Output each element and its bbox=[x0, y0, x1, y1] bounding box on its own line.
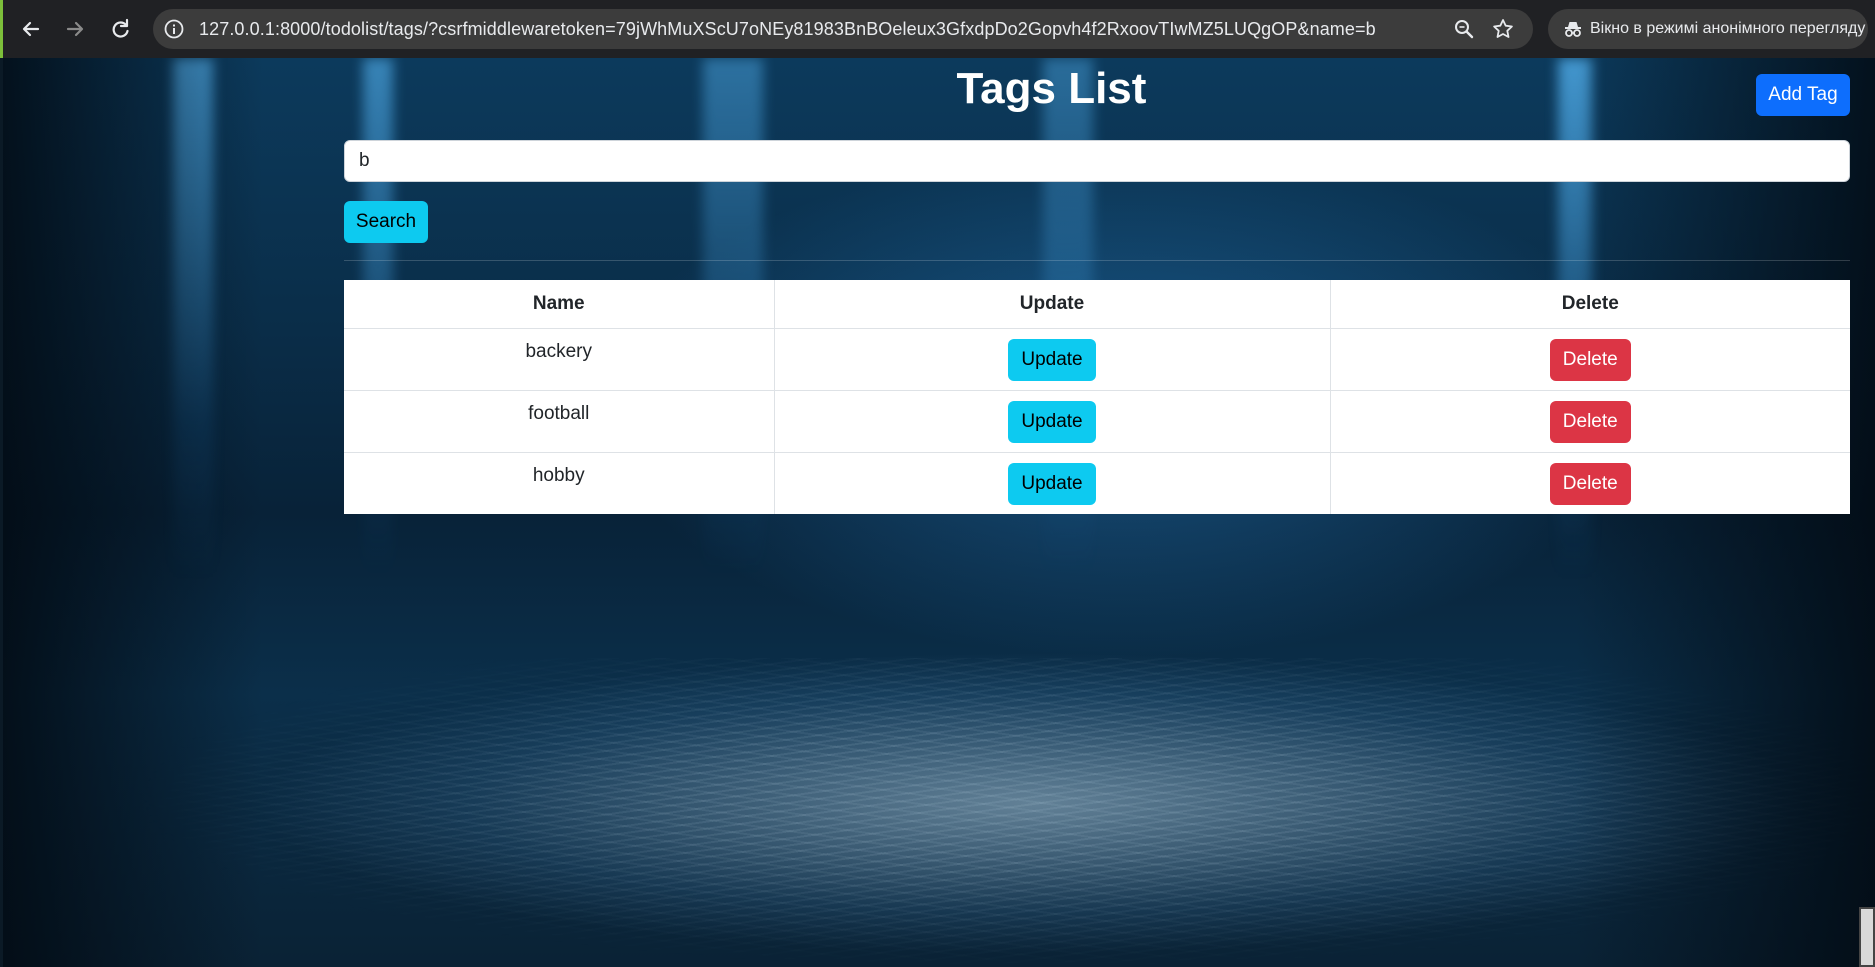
update-button[interactable]: Update bbox=[1008, 338, 1096, 381]
column-header-update: Update bbox=[774, 280, 1331, 329]
forward-arrow-icon[interactable] bbox=[60, 14, 90, 44]
incognito-icon bbox=[1562, 18, 1584, 40]
table-row: backery Update Delete bbox=[344, 328, 1850, 391]
scrollbar-handle[interactable] bbox=[1859, 907, 1875, 967]
delete-cell: Delete bbox=[1330, 453, 1850, 515]
delete-cell: Delete bbox=[1330, 328, 1850, 391]
column-header-delete: Delete bbox=[1330, 280, 1850, 329]
site-info-icon[interactable] bbox=[163, 18, 185, 40]
background-vignette bbox=[3, 58, 263, 967]
update-button[interactable]: Update bbox=[1008, 400, 1096, 443]
zoom-icon[interactable] bbox=[1453, 18, 1475, 40]
column-header-name: Name bbox=[344, 280, 775, 329]
back-arrow-icon[interactable] bbox=[16, 14, 46, 44]
page-body: Tags List Add Tag Search Name Update Del… bbox=[3, 58, 1875, 967]
tags-table: Name Update Delete backery Update Delete… bbox=[344, 280, 1850, 514]
page-title: Tags List bbox=[956, 64, 1147, 113]
delete-button[interactable]: Delete bbox=[1549, 462, 1631, 505]
tag-name: backery bbox=[344, 328, 775, 391]
add-tag-button[interactable]: Add Tag bbox=[1756, 74, 1850, 116]
delete-cell: Delete bbox=[1330, 390, 1850, 453]
update-cell: Update bbox=[774, 328, 1331, 391]
search-button[interactable]: Search bbox=[344, 201, 428, 243]
tag-name: hobby bbox=[344, 452, 775, 514]
delete-button[interactable]: Delete bbox=[1549, 400, 1631, 443]
table-row: football Update Delete bbox=[344, 390, 1850, 453]
bookmark-star-icon[interactable] bbox=[1491, 17, 1515, 41]
url-text[interactable]: 127.0.0.1:8000/todolist/tags/?csrfmiddle… bbox=[199, 19, 1376, 40]
incognito-indicator[interactable]: Вікно в режимі анонімного перегляду bbox=[1548, 9, 1868, 49]
table-row: hobby Update Delete bbox=[344, 452, 1850, 515]
divider bbox=[344, 260, 1850, 261]
update-cell: Update bbox=[774, 452, 1331, 514]
incognito-label: Вікно в режимі анонімного перегляду bbox=[1590, 20, 1866, 37]
tag-name: football bbox=[344, 390, 775, 453]
table-header-row: Name Update Delete bbox=[344, 280, 1850, 329]
search-input[interactable] bbox=[344, 140, 1850, 182]
browser-toolbar: 127.0.0.1:8000/todolist/tags/?csrfmiddle… bbox=[0, 0, 1875, 58]
update-button[interactable]: Update bbox=[1008, 462, 1096, 505]
update-cell: Update bbox=[774, 390, 1331, 453]
address-bar[interactable]: 127.0.0.1:8000/todolist/tags/?csrfmiddle… bbox=[153, 9, 1533, 49]
delete-button[interactable]: Delete bbox=[1549, 338, 1631, 381]
reload-icon[interactable] bbox=[105, 14, 135, 44]
